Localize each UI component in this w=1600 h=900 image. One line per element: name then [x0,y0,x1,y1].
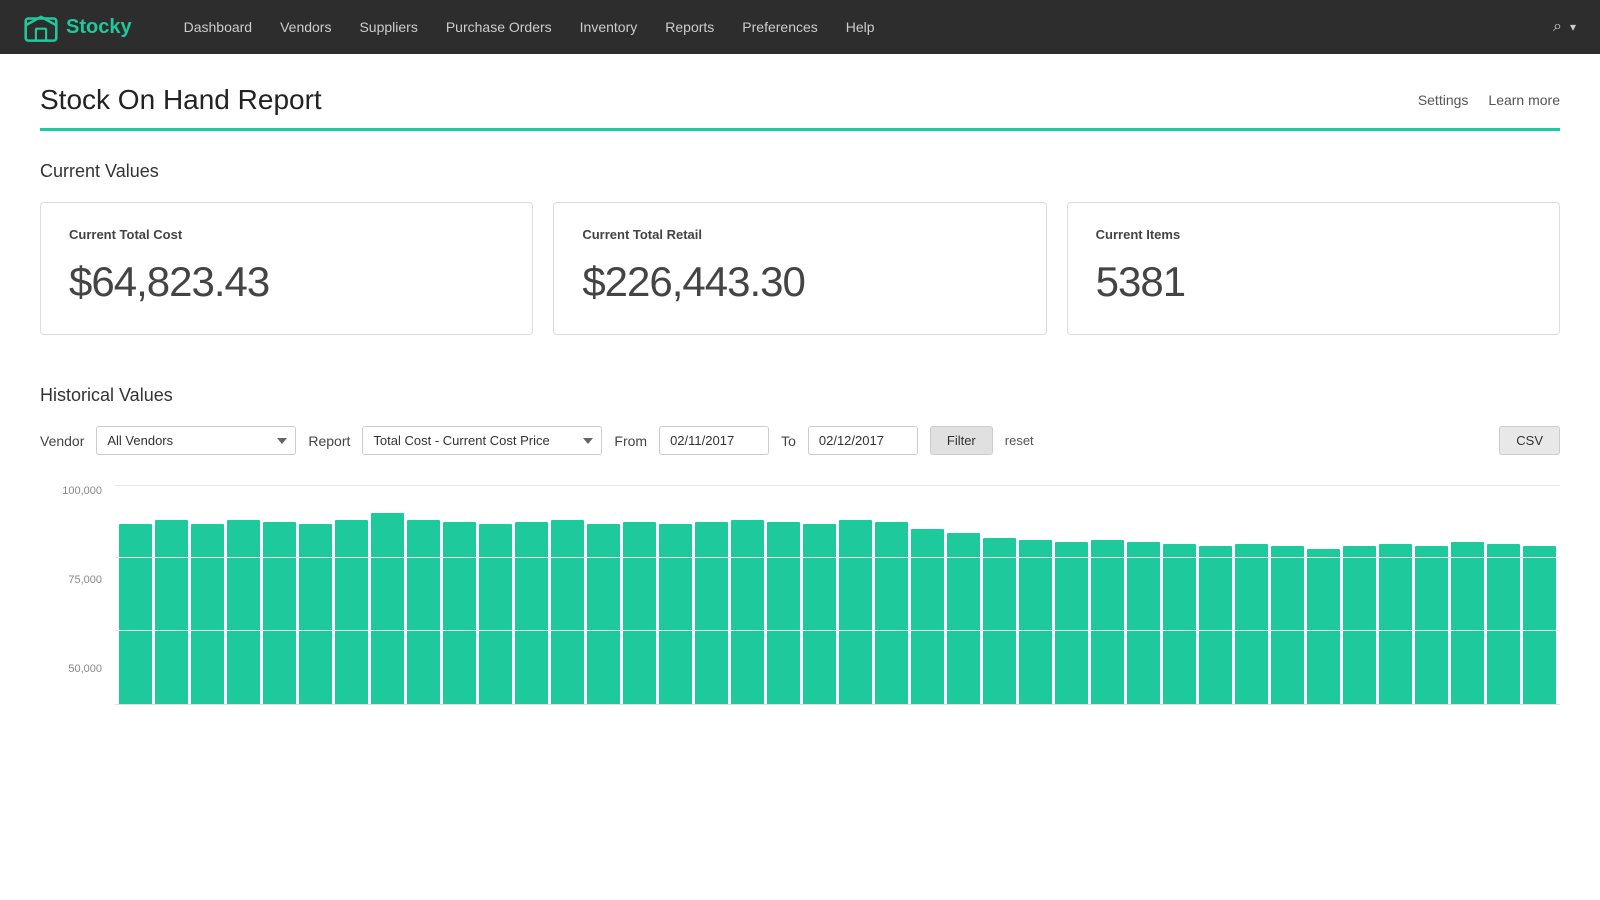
chart-bar [551,520,584,704]
metric-value-total-retail: $226,443.30 [582,258,1017,306]
chart-bar [1235,544,1268,704]
metric-cards: Current Total Cost $64,823.43 Current To… [40,202,1560,335]
nav-right: ⌕ ▾ [1553,18,1576,36]
chart-area [115,485,1560,705]
chart-container: 100,000 75,000 50,000 [40,485,1560,705]
header-links: Settings Learn more [1418,92,1560,108]
chart-y-labels: 100,000 75,000 50,000 [40,485,110,675]
chart-bar [155,520,188,704]
chart-bar [1523,546,1556,704]
historical-section: Historical Values Vendor All Vendors Rep… [40,385,1560,705]
chart-bar [443,522,476,704]
from-date-input[interactable] [659,426,769,455]
chart-bar [1091,540,1124,704]
logo-icon [24,10,58,44]
chart-bar [875,522,908,704]
nav-links: Dashboard Vendors Suppliers Purchase Ord… [172,13,1553,41]
chart-bar [1199,546,1232,704]
chart-bar [839,520,872,704]
chart-bar [1163,544,1196,704]
chart-bar [1127,542,1160,704]
metric-card-total-retail: Current Total Retail $226,443.30 [553,202,1046,335]
chart-bar [695,522,728,704]
nav-vendors[interactable]: Vendors [268,13,343,41]
chart-bar [1415,546,1448,704]
report-label: Report [308,433,350,449]
to-date-input[interactable] [808,426,918,455]
chart-bar [947,533,980,704]
chart-bar [803,524,836,704]
chart-bar [227,520,260,704]
chart-bar [767,522,800,704]
metric-card-items: Current Items 5381 [1067,202,1560,335]
chart-bar [263,522,296,704]
historical-values-title: Historical Values [40,385,1560,406]
chart-bar [1271,546,1304,704]
chart-bar [1019,540,1052,704]
chart-bar [1307,549,1340,704]
metric-label-total-retail: Current Total Retail [582,227,1017,242]
main-content: Stock On Hand Report Settings Learn more… [0,54,1600,735]
metric-value-total-cost: $64,823.43 [69,258,504,306]
learn-more-link[interactable]: Learn more [1488,92,1560,108]
nav-dashboard[interactable]: Dashboard [172,13,265,41]
chart-bar [1379,544,1412,704]
navbar: Stocky Dashboard Vendors Suppliers Purch… [0,0,1600,54]
to-label: To [781,433,796,449]
report-select[interactable]: Total Cost - Current Cost Price Total Co… [362,426,602,455]
chart-bar [731,520,764,704]
chart-bar [119,524,152,704]
csv-button[interactable]: CSV [1499,426,1560,455]
metric-label-total-cost: Current Total Cost [69,227,504,242]
logo-text: Stocky [66,16,132,39]
from-label: From [614,433,647,449]
reset-link[interactable]: reset [1005,433,1034,448]
chart-bar [299,524,332,704]
filter-row: Vendor All Vendors Report Total Cost - C… [40,426,1560,455]
chart-bar [371,513,404,704]
nav-help[interactable]: Help [834,13,887,41]
nav-dropdown-icon[interactable]: ▾ [1570,20,1576,34]
nav-suppliers[interactable]: Suppliers [347,13,429,41]
chart-bar [911,529,944,704]
y-label-75k: 75,000 [68,574,102,586]
settings-link[interactable]: Settings [1418,92,1469,108]
page-header: Stock On Hand Report Settings Learn more [40,84,1560,116]
chart-bar [587,524,620,704]
chart-bar [191,524,224,704]
current-values-section: Current Values Current Total Cost $64,82… [40,161,1560,335]
page-title: Stock On Hand Report [40,84,322,116]
vendor-select[interactable]: All Vendors [96,426,296,455]
logo[interactable]: Stocky [24,10,132,44]
chart-bar [1451,542,1484,704]
chart-bars [115,485,1560,704]
chart-bar [1343,546,1376,704]
chart-bar [983,538,1016,704]
y-label-50k: 50,000 [68,663,102,675]
search-icon[interactable]: ⌕ [1553,18,1562,36]
chart-bar [515,522,548,704]
metric-value-items: 5381 [1096,258,1531,306]
chart-bar [1487,544,1520,704]
nav-reports[interactable]: Reports [653,13,726,41]
chart-bar [623,522,656,704]
chart-bar [479,524,512,704]
y-label-100k: 100,000 [62,485,102,497]
metric-label-items: Current Items [1096,227,1531,242]
metric-card-total-cost: Current Total Cost $64,823.43 [40,202,533,335]
filter-button[interactable]: Filter [930,426,993,455]
chart-bar [659,524,692,704]
chart-bar [407,520,440,704]
chart-bar [335,520,368,704]
current-values-title: Current Values [40,161,1560,182]
nav-inventory[interactable]: Inventory [568,13,650,41]
teal-divider [40,128,1560,131]
vendor-label: Vendor [40,433,84,449]
chart-bar [1055,542,1088,704]
nav-preferences[interactable]: Preferences [730,13,829,41]
nav-purchase-orders[interactable]: Purchase Orders [434,13,564,41]
